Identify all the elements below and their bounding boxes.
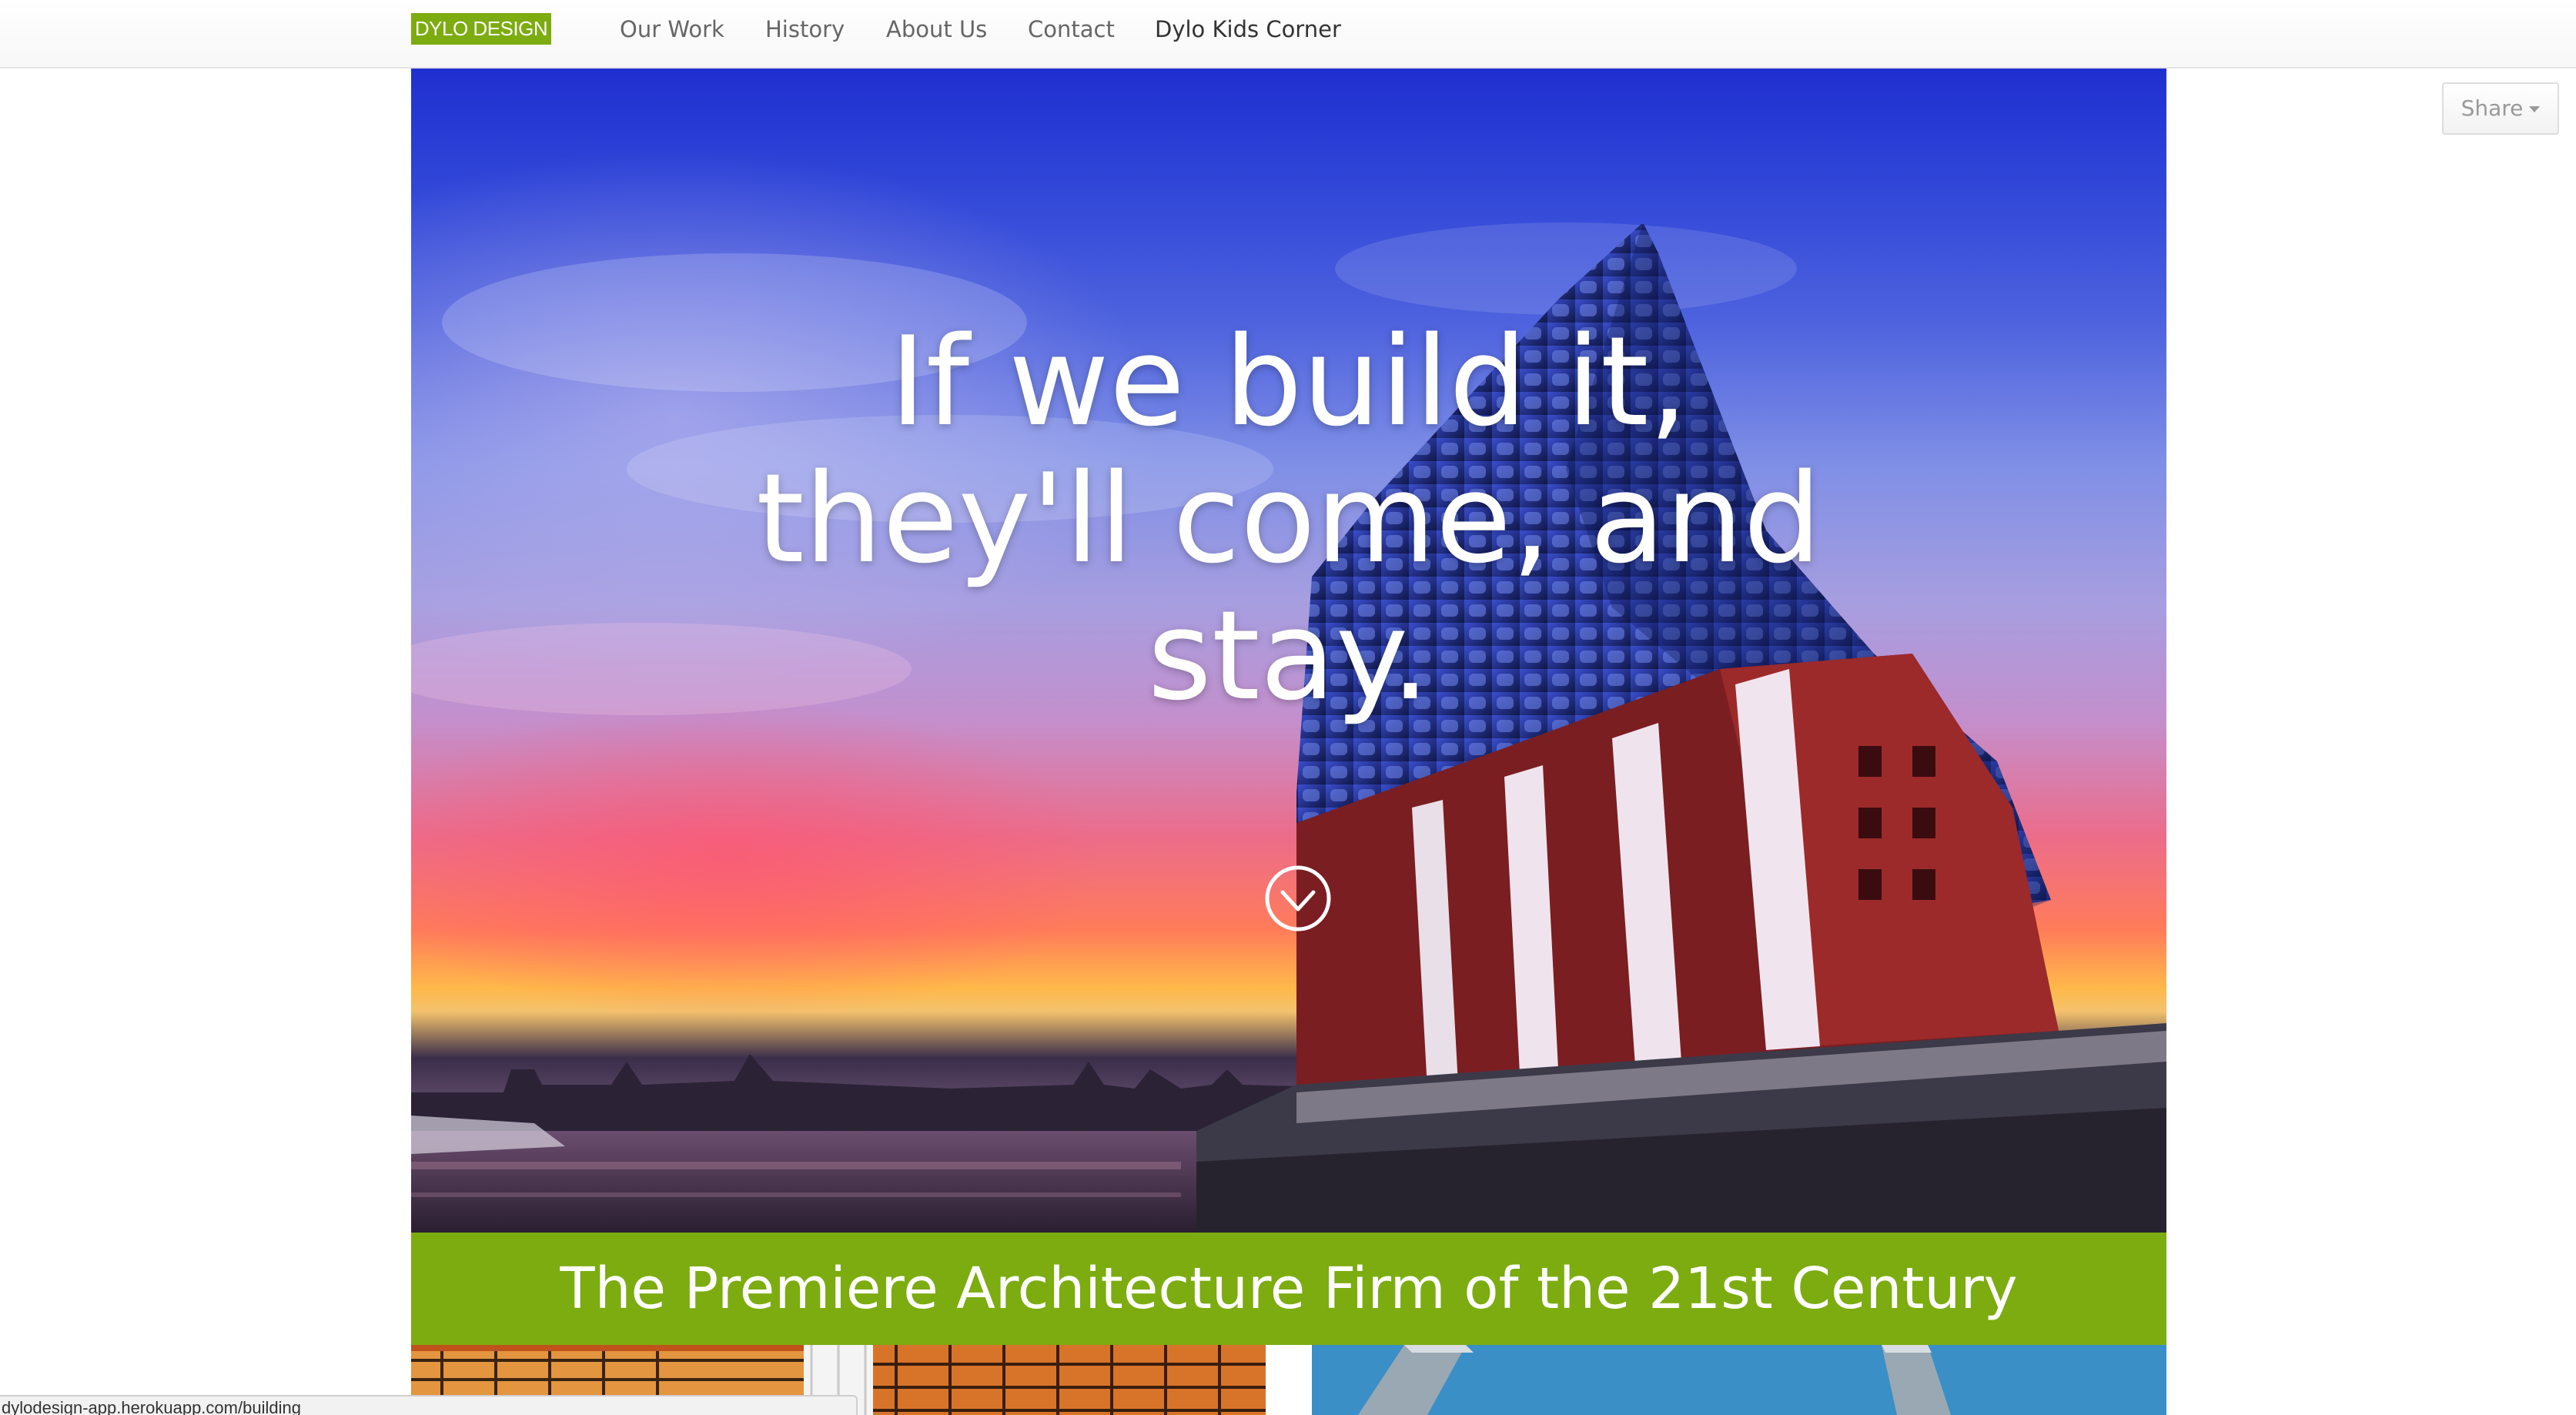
nav-item-contact[interactable]: Contact [1028,15,1115,44]
hero-headline-line-3: stay. [1147,584,1430,728]
browser-status-bar: dylodesign-app.herokuapp.com/building [0,1395,858,1415]
project-thumbnail-3[interactable] [1312,1345,2166,1415]
scroll-down-button[interactable] [1264,865,1332,932]
nav-item-our-work[interactable]: Our Work [620,15,724,44]
hero-headline-line-2: they'll come, and [756,447,1822,590]
nav-item-dylo-kids-corner[interactable]: Dylo Kids Corner [1155,15,1341,44]
nav-item-about-us[interactable]: About Us [886,15,987,44]
share-label: Share [2461,95,2524,121]
hero-headline-line-1: If we build it, [889,309,1688,453]
tagline-banner: The Premiere Architecture Firm of the 21… [411,1233,2166,1345]
project-thumbnail-2[interactable] [873,1345,1266,1415]
page: DYLO DESIGN Our Work History About Us Co… [0,0,2576,1415]
project-thumbnail-image [873,1345,1266,1415]
project-thumbnail-image [1312,1345,2166,1415]
hero-section: If we build it, they'll come, and stay. [411,69,2166,1233]
share-button[interactable]: Share [2442,82,2559,135]
nav-item-history[interactable]: History [765,15,845,44]
chevron-circle-down-icon [1265,865,1331,932]
brand-logo[interactable]: DYLO DESIGN [411,13,551,45]
top-navbar: DYLO DESIGN Our Work History About Us Co… [0,0,2576,69]
caret-down-icon [2529,106,2541,112]
hero-headline: If we build it, they'll come, and stay. [411,313,2166,724]
